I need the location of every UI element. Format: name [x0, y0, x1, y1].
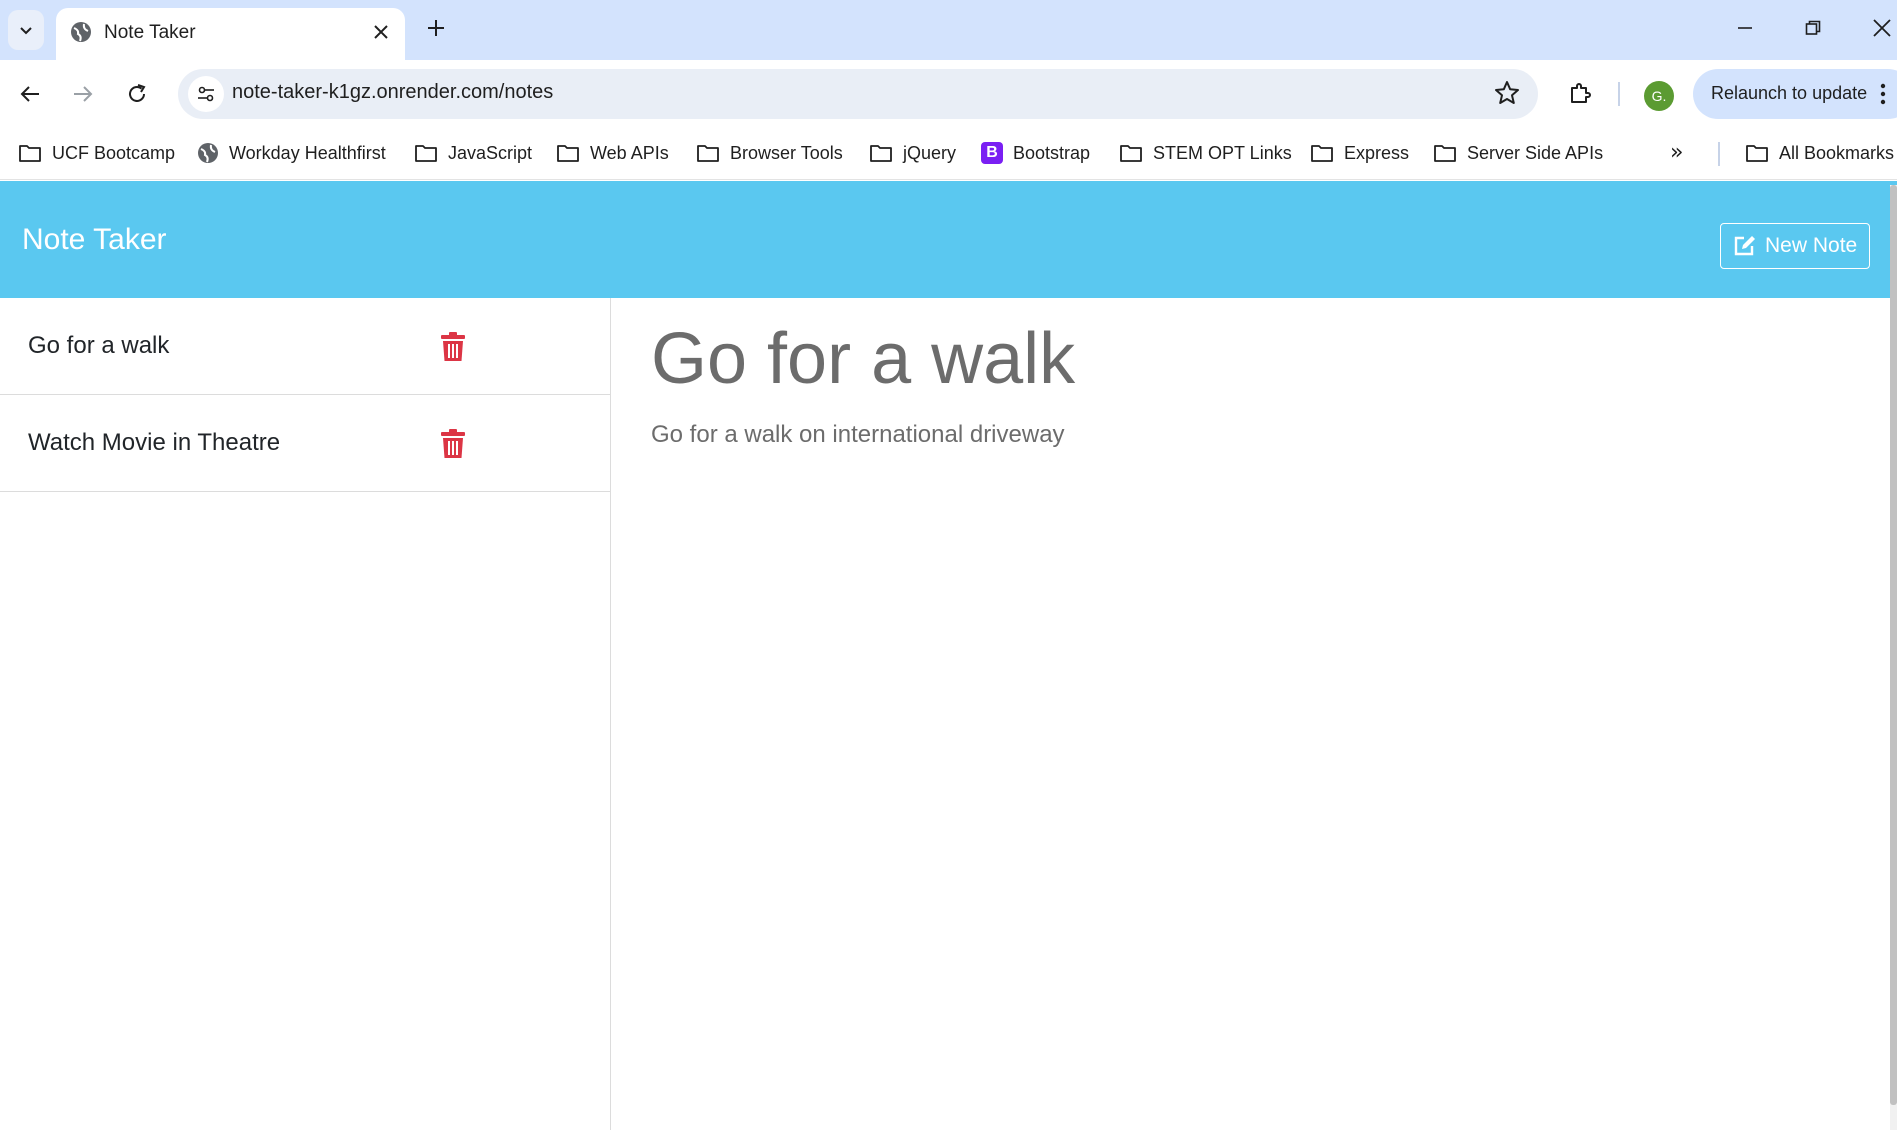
- relaunch-button[interactable]: Relaunch to update: [1693, 69, 1897, 119]
- note-text-area[interactable]: Go for a walk on international driveway: [651, 421, 1065, 449]
- app-brand[interactable]: Note Taker: [22, 223, 167, 257]
- folder-icon: [1434, 145, 1456, 162]
- new-tab-button[interactable]: [420, 12, 452, 44]
- restore-button[interactable]: [1793, 12, 1833, 44]
- tune-icon: [198, 86, 214, 102]
- trash-icon[interactable]: [440, 429, 466, 459]
- bookmark-stem-opt-links[interactable]: STEM OPT Links: [1119, 138, 1292, 168]
- folder-icon: [1120, 145, 1142, 162]
- globe-icon: [198, 143, 218, 163]
- address-bar[interactable]: note-taker-k1gz.onrender.com/notes: [178, 69, 1538, 119]
- bookmark-express[interactable]: Express: [1310, 138, 1409, 168]
- bookmark-label: Express: [1344, 142, 1410, 163]
- extensions-button[interactable]: [1560, 74, 1600, 114]
- list-item[interactable]: Watch Movie in Theatre: [0, 395, 610, 492]
- bookmark-label: STEM OPT Links: [1153, 142, 1292, 163]
- site-info-button[interactable]: [188, 76, 224, 112]
- folder-icon: [415, 145, 437, 162]
- bookmarks-divider: [1718, 142, 1720, 166]
- reload-button[interactable]: [117, 74, 157, 114]
- note-title[interactable]: Watch Movie in Theatre: [28, 429, 280, 457]
- bookmark-label: Bootstrap: [1013, 142, 1091, 163]
- bookmark-label: jQuery: [903, 142, 957, 163]
- tab-title: Note Taker: [104, 22, 196, 43]
- bookmark-label: Web APIs: [590, 142, 669, 163]
- plus-icon: [428, 20, 444, 36]
- edit-icon: [1734, 236, 1755, 256]
- forward-button[interactable]: [63, 74, 103, 114]
- reload-icon: [129, 84, 146, 102]
- url-text[interactable]: note-taker-k1gz.onrender.com/notes: [232, 81, 553, 104]
- bookmarks-bar: UCF Bootcamp Workday Healthfirst JavaScr…: [0, 128, 1897, 180]
- back-button[interactable]: [10, 74, 50, 114]
- notes-list: Go for a walk Watch Movie in Theatre: [0, 298, 611, 1130]
- minimize-icon: [1738, 27, 1752, 29]
- note-editor: Go for a walk Go for a walk on internati…: [611, 298, 1897, 1130]
- bookmark-web-apis[interactable]: Web APIs: [556, 138, 669, 168]
- arrow-left-icon: [20, 86, 39, 102]
- bookmark-jquery[interactable]: jQuery: [869, 138, 956, 168]
- bookmark-label: All Bookmarks: [1779, 142, 1895, 163]
- app-navbar: Note Taker New Note: [0, 181, 1897, 298]
- relaunch-label: Relaunch to update: [1711, 83, 1868, 103]
- close-icon[interactable]: [369, 20, 393, 44]
- minimize-button[interactable]: [1725, 12, 1765, 44]
- star-icon[interactable]: [1494, 80, 1520, 110]
- globe-icon: [70, 21, 92, 47]
- bootstrap-icon: B: [981, 142, 1003, 164]
- tab-search-button[interactable]: [8, 10, 44, 50]
- bookmark-server-side-apis[interactable]: Server Side APIs: [1433, 138, 1603, 168]
- bookmark-label: JavaScript: [448, 142, 533, 163]
- bookmark-browser-tools[interactable]: Browser Tools: [696, 138, 843, 168]
- note-title[interactable]: Go for a walk: [28, 332, 169, 360]
- bookmark-label: Server Side APIs: [1467, 142, 1604, 163]
- folder-icon: [870, 145, 892, 162]
- tab-strip: Note Taker: [0, 0, 1897, 60]
- window-close-button[interactable]: [1862, 12, 1897, 44]
- page-scrollbar-thumb[interactable]: [1890, 185, 1897, 1105]
- folder-icon: [1746, 145, 1768, 162]
- list-item[interactable]: Go for a walk: [0, 298, 610, 395]
- chevron-down-icon: [20, 27, 32, 35]
- bookmark-label: UCF Bootcamp: [52, 142, 176, 163]
- browser-toolbar: note-taker-k1gz.onrender.com/notes G. Re…: [0, 60, 1897, 128]
- folder-icon: [1311, 145, 1333, 162]
- puzzle-icon: [1571, 83, 1591, 103]
- new-note-button[interactable]: New Note: [1720, 223, 1870, 269]
- trash-icon[interactable]: [440, 332, 466, 362]
- bookmarks-overflow-button[interactable]: »: [1670, 140, 1683, 165]
- toolbar-divider: [1618, 82, 1620, 106]
- restore-icon: [1805, 20, 1821, 35]
- folder-icon: [19, 145, 41, 162]
- arrow-right-icon: [74, 86, 93, 102]
- close-icon: [1873, 19, 1891, 37]
- folder-icon: [557, 145, 579, 162]
- bookmark-workday-healthfirst[interactable]: Workday Healthfirst: [197, 138, 386, 168]
- profile-avatar[interactable]: G.: [1644, 81, 1674, 111]
- bookmark-javascript[interactable]: JavaScript: [414, 138, 532, 168]
- new-note-label: New Note: [1765, 234, 1858, 257]
- bookmark-label: Workday Healthfirst: [229, 142, 386, 163]
- folder-icon: [697, 145, 719, 162]
- bookmark-bootstrap[interactable]: B Bootstrap: [981, 138, 1090, 168]
- bookmark-ucf-bootcamp[interactable]: UCF Bootcamp: [18, 138, 175, 168]
- note-taker-app: Note Taker New Note Go for a walk Watch …: [0, 181, 1897, 1130]
- note-title-input[interactable]: Go for a walk: [651, 318, 1075, 400]
- bookmark-all-bookmarks[interactable]: All Bookmarks: [1745, 138, 1894, 168]
- bookmark-label: Browser Tools: [730, 142, 843, 163]
- browser-tab[interactable]: Note Taker: [56, 8, 405, 60]
